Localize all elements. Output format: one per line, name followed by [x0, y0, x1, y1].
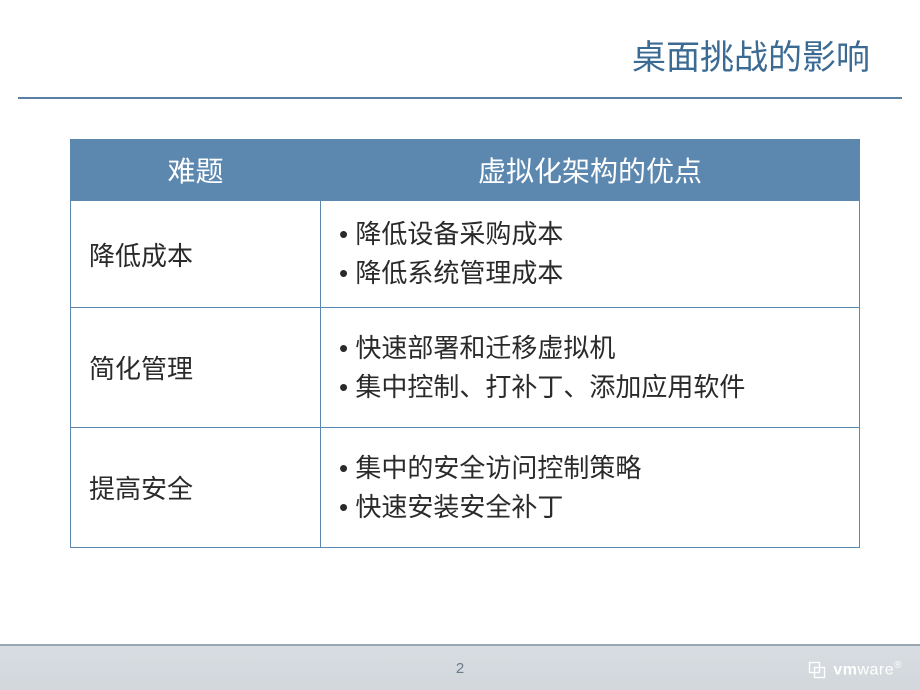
row-content-cost: • 降低设备采购成本 • 降低系统管理成本	[321, 201, 860, 308]
table-row: 提高安全 • 集中的安全访问控制策略 • 快速安装安全补丁	[71, 428, 860, 548]
bullet-item: • 降低系统管理成本	[335, 254, 845, 293]
brand-bold: vm	[833, 662, 857, 679]
row-label-manage: 简化管理	[71, 308, 321, 428]
main-table: 难题 虚拟化架构的优点 降低成本 • 降低设备采购成本 • 降低系统管理成本 简…	[70, 139, 860, 548]
table-row: 简化管理 • 快速部署和迁移虚拟机 • 集中控制、打补丁、添加应用软件	[71, 308, 860, 428]
brand-logo: vmware®	[807, 660, 902, 680]
row-content-manage: • 快速部署和迁移虚拟机 • 集中控制、打补丁、添加应用软件	[321, 308, 860, 428]
brand-text: vmware®	[833, 660, 902, 679]
row-label-security: 提高安全	[71, 428, 321, 548]
bullet-item: • 集中的安全访问控制策略	[335, 449, 845, 488]
bullet-item: • 快速部署和迁移虚拟机	[335, 329, 845, 368]
bullet-item: • 快速安装安全补丁	[335, 488, 845, 527]
page-title: 桌面挑战的影响	[0, 30, 870, 79]
title-area: 桌面挑战的影响	[0, 0, 920, 89]
page-number: 2	[456, 660, 464, 677]
brand-reg: ®	[894, 660, 902, 671]
table-header-advantage: 虚拟化架构的优点	[321, 140, 860, 201]
footer-bar: 2 vmware®	[0, 644, 920, 690]
row-label-cost: 降低成本	[71, 201, 321, 308]
row-content-security: • 集中的安全访问控制策略 • 快速安装安全补丁	[321, 428, 860, 548]
brand-light: ware	[857, 662, 894, 679]
content-area: 难题 虚拟化架构的优点 降低成本 • 降低设备采购成本 • 降低系统管理成本 简…	[0, 99, 920, 548]
slide: 桌面挑战的影响 难题 虚拟化架构的优点 降低成本 • 降低设备采购成本 • 降低…	[0, 0, 920, 690]
table-row: 降低成本 • 降低设备采购成本 • 降低系统管理成本	[71, 201, 860, 308]
bullet-item: • 集中控制、打补丁、添加应用软件	[335, 368, 845, 407]
table-header-row: 难题 虚拟化架构的优点	[71, 140, 860, 201]
vmware-boxes-icon	[807, 660, 827, 680]
bullet-item: • 降低设备采购成本	[335, 215, 845, 254]
table-header-problem: 难题	[71, 140, 321, 201]
